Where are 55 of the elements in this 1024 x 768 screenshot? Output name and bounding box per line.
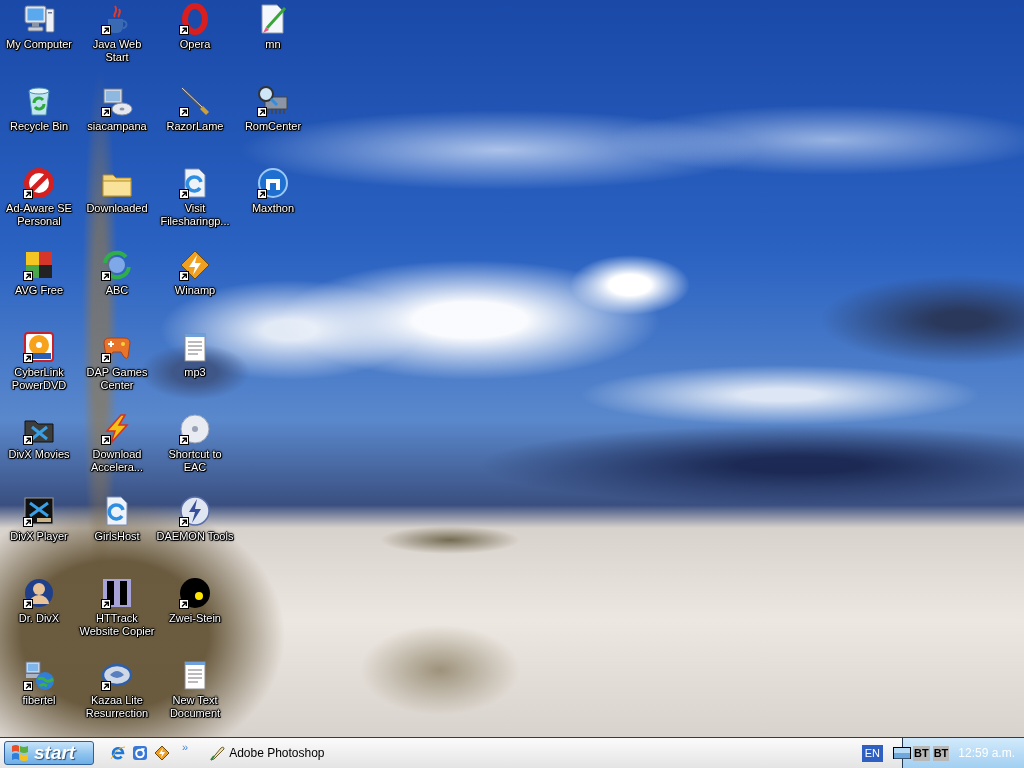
desktop-shortcut[interactable]: DAP Games Center [80, 330, 154, 392]
lightning-diamond-icon[interactable] [154, 745, 170, 761]
desktop-shortcut[interactable]: Shortcut to EAC [158, 412, 232, 474]
language-indicator[interactable]: EN [861, 744, 883, 762]
screwdriver-icon [179, 85, 211, 117]
computer-globe-icon [23, 659, 55, 691]
desktop-shortcut[interactable]: Downloaded [86, 166, 148, 215]
desktop-shortcut[interactable]: DivX Movies [8, 412, 70, 461]
desktop-shortcut[interactable]: Kazaa Lite Resurrection [80, 658, 154, 720]
tray-indicator[interactable]: BT [912, 745, 930, 761]
desktop-shortcut[interactable]: My Computer [6, 2, 72, 51]
desktop-shortcut[interactable]: Maxthon [251, 166, 295, 215]
desktop-shortcut[interactable]: AVG Free [14, 248, 64, 297]
dot-circle-icon [179, 577, 211, 609]
desktop-shortcut[interactable]: Download Accelera... [80, 412, 154, 474]
desktop-shortcut[interactable]: RomCenter [244, 84, 302, 133]
taskbar-button[interactable]: Adobe Photoshop [204, 741, 334, 765]
desktop-shortcut[interactable]: Java Web Start [80, 2, 154, 64]
color-blocks-icon [23, 249, 55, 281]
desktop-shortcut[interactable]: mn [257, 2, 289, 51]
bars-tile-icon [101, 577, 133, 609]
desktop-shortcut[interactable]: ABC [101, 248, 133, 297]
ring-icon [179, 3, 211, 35]
desktop-shortcut[interactable]: CyberLink PowerDVD [2, 330, 76, 392]
browser-icon[interactable] [110, 745, 126, 761]
flag-icon [11, 744, 29, 762]
prohibition-sign-icon [23, 167, 55, 199]
pencil-icon [209, 745, 226, 761]
more-button[interactable]: » [182, 741, 189, 753]
disc-icon [179, 413, 211, 445]
desktop-shortcut[interactable]: New Text Document [158, 658, 232, 720]
desktop-shortcut[interactable]: mp3 [179, 330, 211, 379]
desktop-shortcut[interactable]: Opera [179, 2, 211, 51]
desktop-shortcut[interactable]: Recycle Bin [9, 84, 69, 133]
desktop-shortcut[interactable]: RazorLame [166, 84, 224, 133]
desktop-shortcut[interactable]: GirlsHost [94, 494, 140, 543]
clock: 12:59 a.m. [958, 746, 1015, 760]
globe-arrows-icon [101, 249, 133, 281]
disc-lightning-icon [179, 495, 211, 527]
refresh-tile-icon[interactable] [132, 745, 148, 761]
computer-icon [23, 3, 55, 35]
desktop-shortcut[interactable]: Zwei-Stein [169, 576, 221, 625]
desktop-shortcut[interactable]: Dr. DivX [18, 576, 60, 625]
desktop-shortcut[interactable]: Ad-Aware SE Personal [2, 166, 76, 228]
person-silhouette-icon [23, 577, 55, 609]
desktop-shortcut[interactable]: siacampana [87, 84, 147, 133]
disc-frame-icon [23, 331, 55, 363]
chip-magnifier-icon [257, 85, 289, 117]
desktop-shortcut[interactable]: Visit Filesharingp... [158, 166, 232, 228]
desktop-shortcut[interactable]: Winamp [174, 248, 216, 297]
desktop-shortcut[interactable]: fibertel [22, 658, 56, 707]
desktop-shortcut[interactable]: HTTrack Website Copier [78, 576, 156, 638]
player-window-icon [23, 495, 55, 527]
rectangle-icon[interactable] [892, 747, 911, 759]
tray-indicator[interactable]: BT [932, 745, 950, 761]
